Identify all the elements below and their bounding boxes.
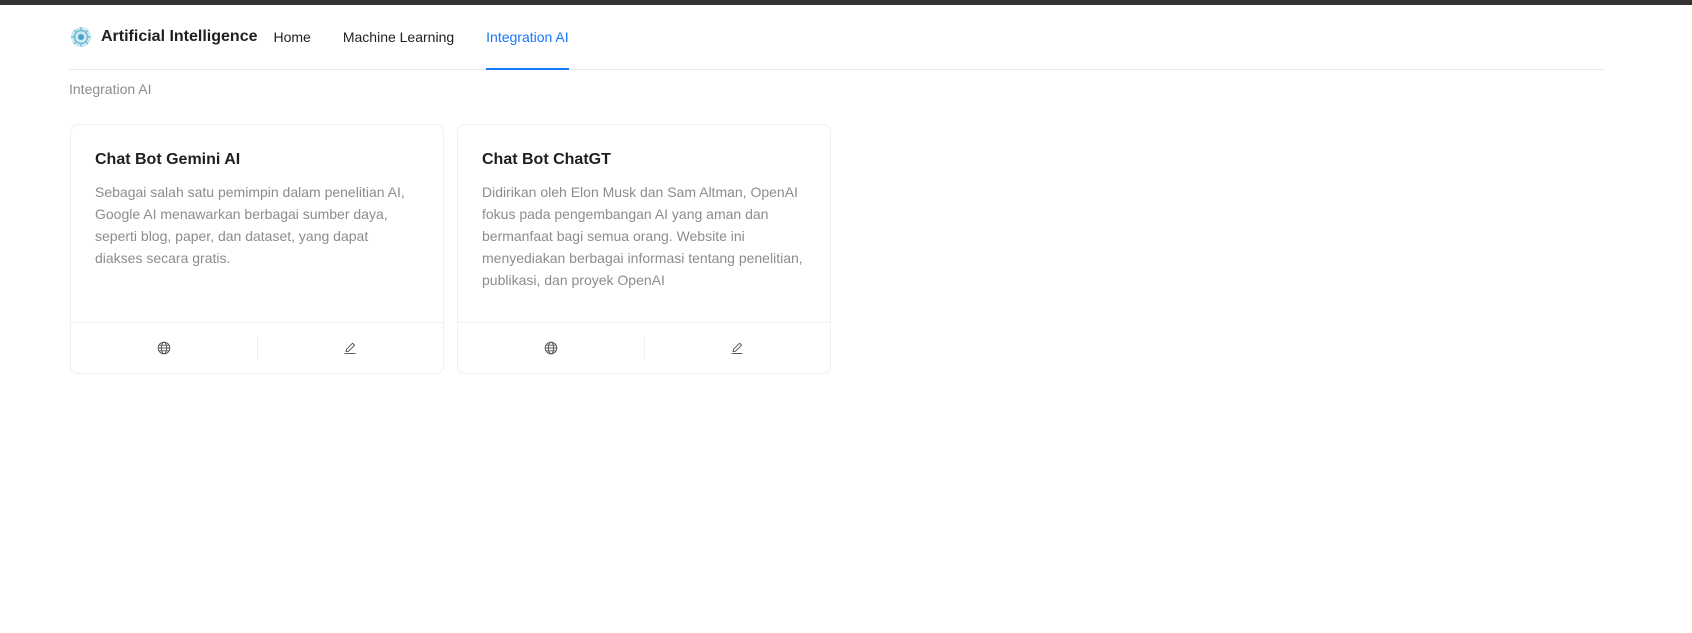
breadcrumb: Integration AI — [69, 81, 152, 97]
card-body: Chat Bot ChatGT Didirikan oleh Elon Musk… — [458, 125, 830, 324]
nav-item-integration-ai[interactable]: Integration AI — [486, 5, 569, 70]
app-title: Artificial Intelligence — [101, 28, 258, 45]
open-website-button[interactable] — [458, 323, 644, 373]
edit-icon — [344, 342, 356, 354]
card-description: Sebagai salah satu pemimpin dalam peneli… — [95, 184, 405, 266]
open-website-button[interactable] — [71, 323, 257, 373]
card-actions — [71, 322, 443, 373]
card-gemini: Chat Bot Gemini AI Sebagai salah satu pe… — [70, 124, 444, 374]
card-actions — [458, 322, 830, 373]
card-title: Chat Bot ChatGT — [482, 151, 611, 168]
card-chatgpt: Chat Bot ChatGT Didirikan oleh Elon Musk… — [457, 124, 831, 374]
globe-icon — [157, 341, 171, 355]
globe-icon — [544, 341, 558, 355]
edit-button[interactable] — [257, 323, 443, 373]
card-title: Chat Bot Gemini AI — [95, 151, 241, 168]
card-body: Chat Bot Gemini AI Sebagai salah satu pe… — [71, 125, 443, 324]
card-list: Chat Bot Gemini AI Sebagai salah satu pe… — [70, 124, 831, 374]
header: Artificial Intelligence Home Machine Lea… — [69, 5, 1605, 70]
ai-brain-icon — [69, 25, 93, 49]
main-nav: Home Machine Learning Integration AI — [273, 5, 600, 70]
logo[interactable]: Artificial Intelligence — [69, 5, 257, 69]
nav-item-machine-learning[interactable]: Machine Learning — [343, 5, 454, 69]
card-description: Didirikan oleh Elon Musk dan Sam Altman,… — [482, 184, 803, 288]
edit-icon — [731, 342, 743, 354]
edit-button[interactable] — [644, 323, 830, 373]
nav-item-home[interactable]: Home — [273, 5, 310, 69]
